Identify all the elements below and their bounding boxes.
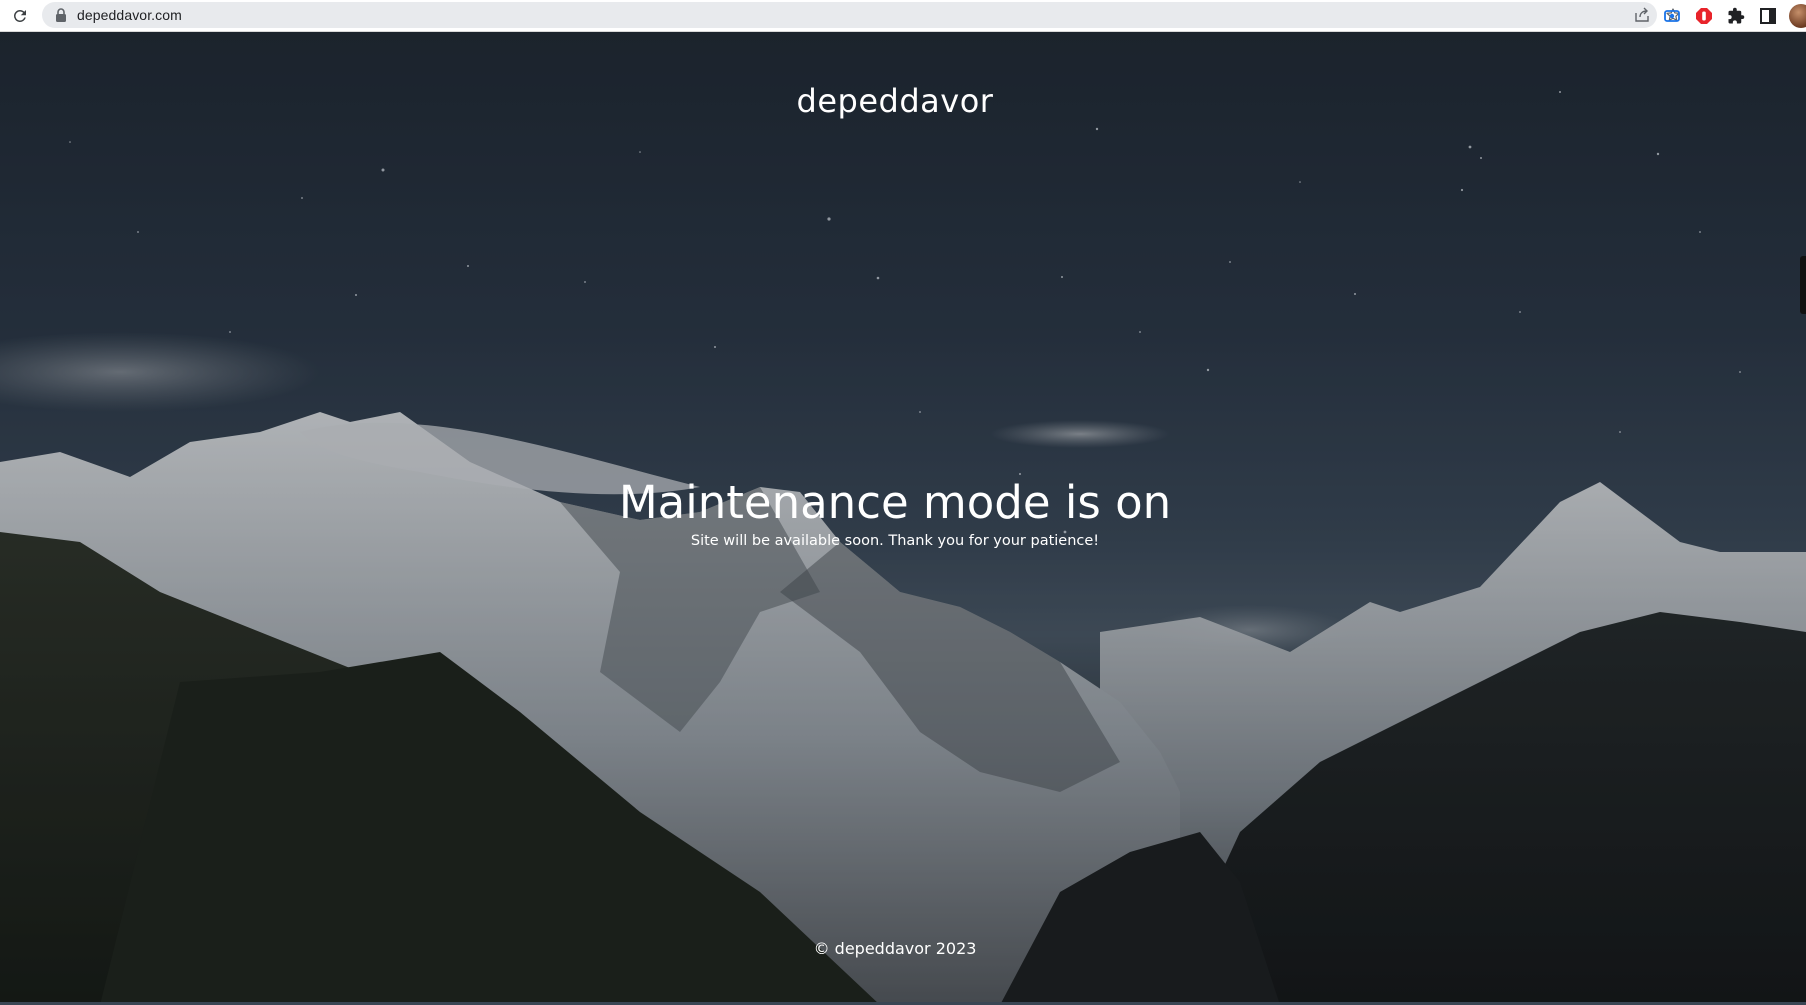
lock-icon[interactable] <box>54 8 68 22</box>
puzzle-extensions-icon[interactable] <box>1725 5 1747 27</box>
maintenance-headline: Maintenance mode is on <box>618 476 1172 529</box>
maintenance-subtext: Site will be available soon. Thank you f… <box>690 533 1100 549</box>
site-title: depeddavor <box>796 82 994 120</box>
screen-capture-icon[interactable] <box>1661 5 1683 27</box>
browser-window: depeddavor.com depeddavor Maintenance mo… <box>0 0 1806 1005</box>
share-icon[interactable] <box>1633 6 1651 24</box>
side-panel-icon[interactable] <box>1757 5 1779 27</box>
adblock-icon[interactable] <box>1693 5 1715 27</box>
browser-toolbar: depeddavor.com <box>0 0 1806 32</box>
url-text[interactable]: depeddavor.com <box>77 7 182 23</box>
profile-avatar[interactable] <box>1789 4 1806 28</box>
side-scroll-handle[interactable] <box>1800 256 1806 314</box>
address-bar[interactable]: depeddavor.com <box>42 2 1680 28</box>
reload-icon[interactable] <box>8 4 32 28</box>
maintenance-page: depeddavor Maintenance mode is on Site w… <box>0 32 1806 1005</box>
footer-copyright: © depeddavor 2023 <box>813 939 977 958</box>
